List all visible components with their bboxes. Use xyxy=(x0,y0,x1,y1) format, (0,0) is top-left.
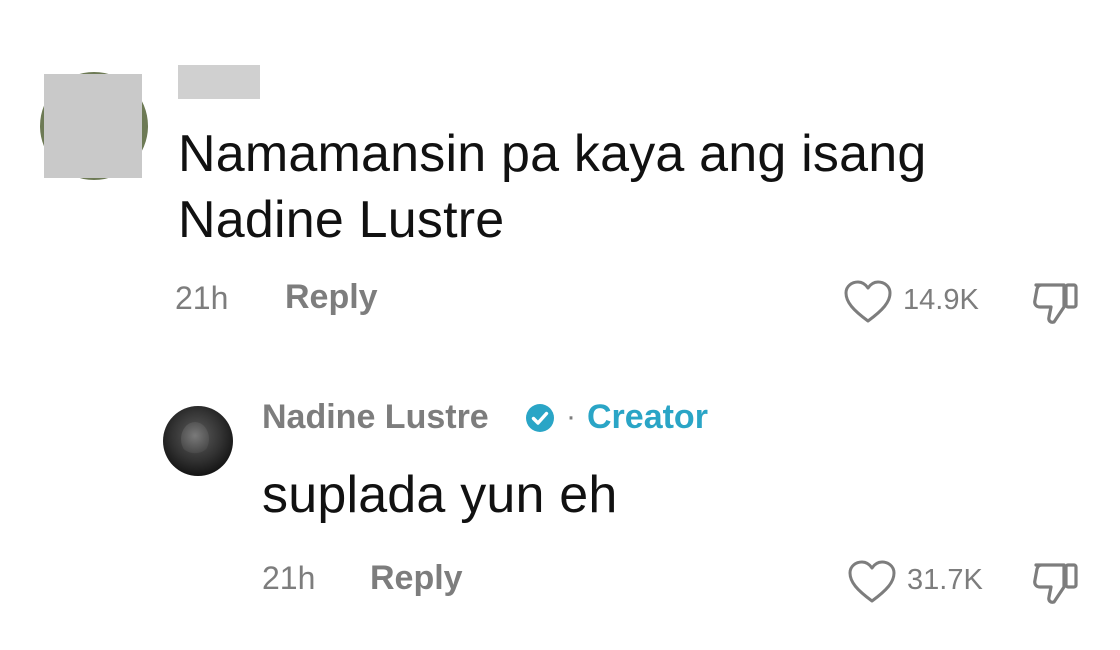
username-censor-block xyxy=(178,65,260,99)
heart-icon[interactable] xyxy=(843,280,893,324)
dislike-icon[interactable] xyxy=(1030,559,1082,605)
creator-badge: Creator xyxy=(587,398,708,436)
reply-username[interactable]: Nadine Lustre xyxy=(262,398,489,437)
comment-text: Namamansin pa kaya ang isang Nadine Lust… xyxy=(178,125,927,249)
reply-timestamp: 21h xyxy=(262,560,316,596)
creator-avatar[interactable] xyxy=(163,406,233,476)
dislike-icon[interactable] xyxy=(1030,279,1082,325)
reply-button[interactable]: Reply xyxy=(370,559,463,598)
verified-icon xyxy=(525,403,555,433)
avatar-censor-block xyxy=(44,74,142,178)
avatar-photo xyxy=(181,422,209,456)
like-count: 31.7K xyxy=(907,564,983,596)
heart-icon[interactable] xyxy=(847,560,897,604)
comment-timestamp: 21h xyxy=(175,280,229,316)
reply-button[interactable]: Reply xyxy=(285,278,378,317)
commenter-avatar[interactable] xyxy=(40,72,148,180)
separator-dot: · xyxy=(566,400,576,433)
like-count: 14.9K xyxy=(903,284,979,316)
reply-text: suplada yun eh xyxy=(262,466,618,524)
